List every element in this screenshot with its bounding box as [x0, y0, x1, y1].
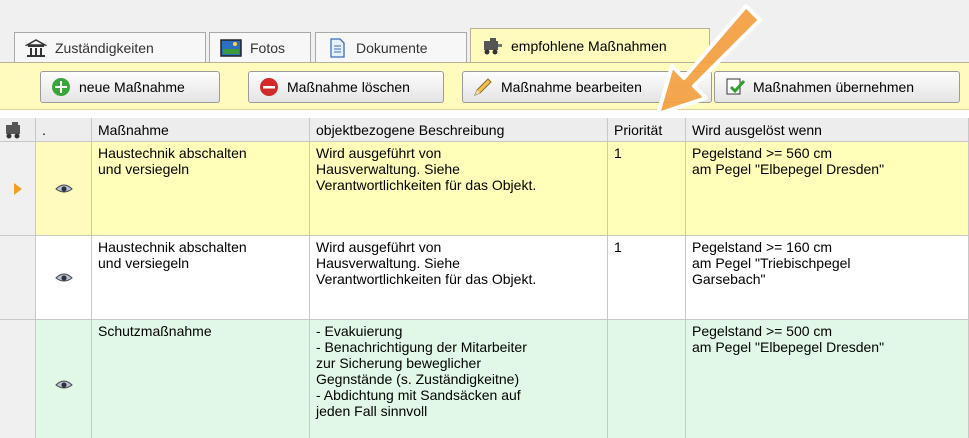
- priority-cell[interactable]: 1: [608, 236, 686, 320]
- column-header-priority[interactable]: Priorität: [608, 118, 686, 142]
- grid-corner-header: [0, 118, 36, 142]
- trigger-cell[interactable]: Pegelstand >= 500 cm am Pegel "Elbepegel…: [686, 320, 969, 438]
- tab-label: Zuständigkeiten: [55, 39, 154, 56]
- button-label: neue Maßnahme: [79, 79, 185, 95]
- current-row-icon: [13, 182, 22, 195]
- description-cell[interactable]: - Evakuierung - Benachrichtigung der Mit…: [310, 320, 608, 438]
- tab-dokumente[interactable]: Dokumente: [315, 32, 467, 62]
- column-header-measure[interactable]: Maßnahme: [92, 118, 310, 142]
- new-measure-button[interactable]: neue Maßnahme: [40, 71, 220, 103]
- tab-empfohlene-massnahmen[interactable]: empfohlene Maßnahmen: [470, 28, 710, 63]
- measure-cell[interactable]: Schutzmaßnahme: [92, 320, 310, 438]
- toolbar: neue Maßnahme Maßnahme löschen Maßnahme …: [0, 62, 969, 110]
- view-cell[interactable]: [36, 236, 92, 320]
- priority-cell[interactable]: [608, 320, 686, 438]
- delete-measure-button[interactable]: Maßnahme löschen: [248, 71, 444, 103]
- building-icon: [25, 38, 47, 57]
- tab-label: Dokumente: [356, 39, 428, 56]
- measures-grid: . Maßnahme objektbezogene Beschreibung P…: [0, 118, 969, 438]
- column-header-description[interactable]: objektbezogene Beschreibung: [310, 118, 608, 142]
- measure-cell[interactable]: Haustechnik abschalten und versiegeln: [92, 142, 310, 236]
- trigger-cell[interactable]: Pegelstand >= 560 cm am Pegel "Elbepegel…: [686, 142, 969, 236]
- eye-icon: [54, 380, 73, 388]
- remove-icon: [260, 78, 278, 96]
- tab-label: Fotos: [250, 39, 286, 56]
- button-label: Maßnahme löschen: [287, 79, 410, 95]
- column-header-trigger[interactable]: Wird ausgelöst wenn: [686, 118, 969, 142]
- photo-icon: [220, 38, 242, 57]
- measure-cell[interactable]: Haustechnik abschalten und versiegeln: [92, 236, 310, 320]
- view-cell[interactable]: [36, 320, 92, 438]
- adopt-measures-button[interactable]: Maßnahmen übernehmen: [714, 71, 960, 103]
- description-cell[interactable]: Wird ausgeführt von Hausverwaltung. Sieh…: [310, 236, 608, 320]
- eye-icon: [54, 273, 73, 281]
- description-cell[interactable]: Wird ausgeführt von Hausverwaltung. Sieh…: [310, 142, 608, 236]
- equipment-icon: [484, 38, 502, 55]
- view-cell[interactable]: [36, 142, 92, 236]
- row-selector[interactable]: [0, 142, 36, 236]
- tab-strip: Zuständigkeiten Fotos Dokumente empfohle…: [0, 0, 969, 66]
- row-selector[interactable]: [0, 236, 36, 320]
- priority-cell[interactable]: 1: [608, 142, 686, 236]
- column-header-dot[interactable]: .: [36, 118, 92, 142]
- edit-measure-button[interactable]: Maßnahme bearbeiten: [462, 71, 712, 103]
- tab-fotos[interactable]: Fotos: [209, 32, 311, 62]
- document-icon: [330, 37, 345, 58]
- add-icon: [52, 78, 70, 96]
- adopt-icon: [726, 78, 745, 95]
- pencil-icon: [474, 78, 492, 96]
- tab-label: empfohlene Maßnahmen: [511, 38, 667, 54]
- button-label: Maßnahme bearbeiten: [501, 79, 642, 95]
- eye-icon: [54, 184, 73, 192]
- trigger-cell[interactable]: Pegelstand >= 160 cm am Pegel "Triebisch…: [686, 236, 969, 320]
- row-selector[interactable]: [0, 320, 36, 438]
- button-label: Maßnahmen übernehmen: [753, 79, 915, 95]
- tab-zustaendigkeiten[interactable]: Zuständigkeiten: [14, 32, 206, 62]
- equipment-icon: [6, 122, 20, 139]
